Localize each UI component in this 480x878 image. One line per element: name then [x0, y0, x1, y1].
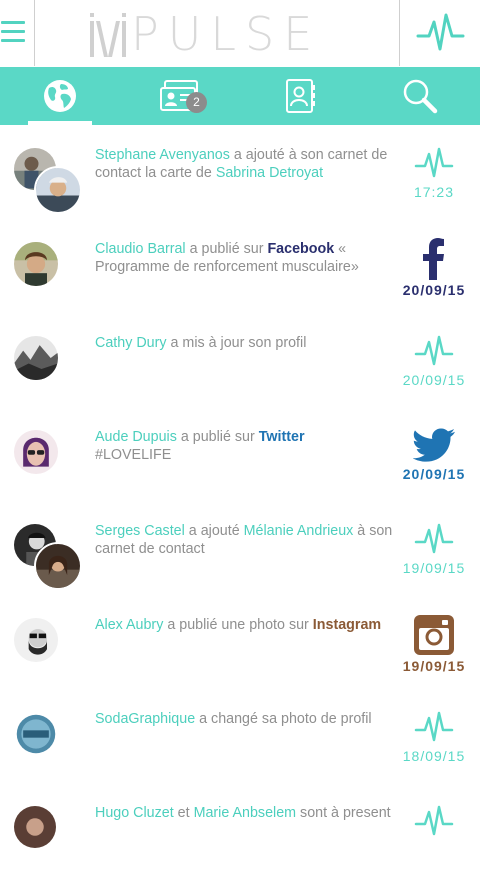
top-bar: PULSE [0, 0, 480, 68]
tab-activity[interactable] [0, 67, 120, 125]
menu-button[interactable] [0, 0, 35, 66]
avatar [12, 240, 60, 288]
feed-meta: 20/09/15 [394, 426, 474, 482]
avatar [34, 166, 82, 214]
tab-bar [0, 67, 480, 125]
avatar-group [12, 710, 84, 780]
twitter-link[interactable]: Twitter [259, 429, 305, 445]
logo-text: PULSE [131, 7, 322, 61]
menu-icon [1, 21, 25, 24]
feed-text-part: a ajouté [184, 523, 244, 539]
user-link[interactable]: Serges Castel [95, 523, 185, 539]
user-link[interactable]: Marie Anbselem [194, 805, 297, 821]
avatar [12, 804, 58, 850]
avatar-group [12, 804, 84, 874]
instagram-link[interactable]: Instagram [313, 617, 381, 633]
feed-item[interactable]: Aude Dupuis a publié sur Twitter #LOVELI… [0, 408, 480, 502]
user-link[interactable]: Stephane Avenyanos [95, 147, 230, 163]
avatar [12, 334, 60, 382]
feed-item[interactable]: Cathy Dury a mis à jour son profil 20/09… [0, 314, 480, 408]
user-link[interactable]: Hugo Cluzet [95, 805, 174, 821]
avatar [12, 616, 60, 664]
user-link[interactable]: SodaGraphique [95, 711, 195, 727]
feed-text: Aude Dupuis a publié sur Twitter #LOVELI… [95, 428, 395, 464]
user-link[interactable]: Mélanie Andrieux [244, 523, 354, 539]
timestamp: 19/09/15 [402, 560, 466, 576]
user-link[interactable]: Sabrina Detroyat [216, 165, 323, 181]
feed-text: SodaGraphique a changé sa photo de profi… [95, 710, 395, 728]
pulse-button[interactable] [399, 0, 480, 66]
feed-meta: 20/09/15 [394, 332, 474, 388]
feed-text: Hugo Cluzet et Marie Anbselem sont à pre… [95, 804, 395, 822]
avatar-group [12, 146, 84, 216]
pulse-icon [414, 147, 454, 178]
avatar-group [12, 428, 84, 498]
tab-cards[interactable] [120, 67, 240, 125]
app-logo: PULSE [88, 8, 321, 60]
feed-text-part: a changé sa photo de profil [195, 711, 372, 727]
feed-item[interactable]: SodaGraphique a changé sa photo de profi… [0, 690, 480, 784]
menu-icon-line [1, 30, 25, 33]
feed-text: Serges Castel a ajouté Mélanie Andrieux … [95, 522, 395, 558]
facebook-link[interactable]: Facebook [267, 241, 334, 257]
globe-icon [44, 80, 76, 112]
address-book-icon [286, 79, 315, 113]
feed-text: Stephane Avenyanos a ajouté à son carnet… [95, 146, 395, 182]
feed-meta: 18/09/15 [394, 708, 474, 764]
menu-icon-line [1, 39, 25, 42]
feed-text-part: sont à present [296, 805, 391, 821]
search-icon [403, 79, 438, 114]
user-link[interactable]: Cathy Dury [95, 335, 167, 351]
feed-meta: 19/09/15 [394, 520, 474, 576]
twitter-icon [413, 428, 455, 462]
avatar-group [12, 240, 84, 310]
feed-text-part: et [173, 805, 194, 821]
feed-text: Alex Aubry a publié une photo sur Instag… [95, 616, 395, 634]
feed-item[interactable]: Hugo Cluzet et Marie Anbselem sont à pre… [0, 784, 480, 878]
feed-item[interactable]: Claudio Barral a publié sur Facebook « P… [0, 220, 480, 314]
timestamp: 20/09/15 [402, 372, 466, 388]
feed-meta: 20/09/15 [394, 238, 474, 298]
pulse-icon [414, 805, 454, 836]
feed-meta: 17:23 [394, 144, 474, 200]
avatar [12, 710, 60, 758]
feed-meta: 19/09/15 [394, 614, 474, 674]
timestamp: 20/09/15 [402, 466, 466, 482]
feed-item[interactable]: Alex Aubry a publié une photo sur Instag… [0, 596, 480, 690]
avatar-group [12, 616, 84, 686]
notification-badge: 2 [186, 92, 207, 113]
pulse-icon [414, 711, 454, 742]
feed-item[interactable]: Serges Castel a ajouté Mélanie Andrieux … [0, 502, 480, 596]
tab-search[interactable] [360, 67, 480, 125]
feed-text-part: #LOVELIFE [95, 447, 172, 463]
avatar-group [12, 522, 84, 592]
pulse-icon [414, 523, 454, 554]
instagram-icon [414, 615, 454, 655]
timestamp: 17:23 [413, 184, 455, 200]
feed-text: Cathy Dury a mis à jour son profil [95, 334, 395, 352]
feed-text: Claudio Barral a publié sur Facebook « P… [95, 240, 395, 276]
logo-mark-icon [90, 13, 126, 57]
pulse-icon [416, 13, 465, 51]
user-link[interactable]: Claudio Barral [95, 241, 186, 257]
avatar [34, 542, 82, 590]
timestamp: 19/09/15 [402, 658, 466, 674]
avatar [12, 428, 60, 476]
feed-meta [394, 802, 474, 842]
pulse-icon [414, 335, 454, 366]
timestamp: 20/09/15 [402, 282, 466, 298]
facebook-icon [423, 238, 444, 280]
feed-text-part: a publié sur [185, 241, 268, 257]
timestamp: 18/09/15 [402, 748, 466, 764]
feed-text-part: a publié sur [176, 429, 259, 445]
feed-text-part: a mis à jour son profil [166, 335, 307, 351]
activity-feed: Stephane Avenyanos a ajouté à son carnet… [0, 126, 480, 878]
user-link[interactable]: Aude Dupuis [95, 429, 177, 445]
feed-item[interactable]: Stephane Avenyanos a ajouté à son carnet… [0, 126, 480, 220]
avatar-group [12, 334, 84, 404]
tab-contacts[interactable] [240, 67, 360, 125]
user-link[interactable]: Alex Aubry [95, 617, 163, 633]
feed-text-part: a publié une photo sur [163, 617, 313, 633]
